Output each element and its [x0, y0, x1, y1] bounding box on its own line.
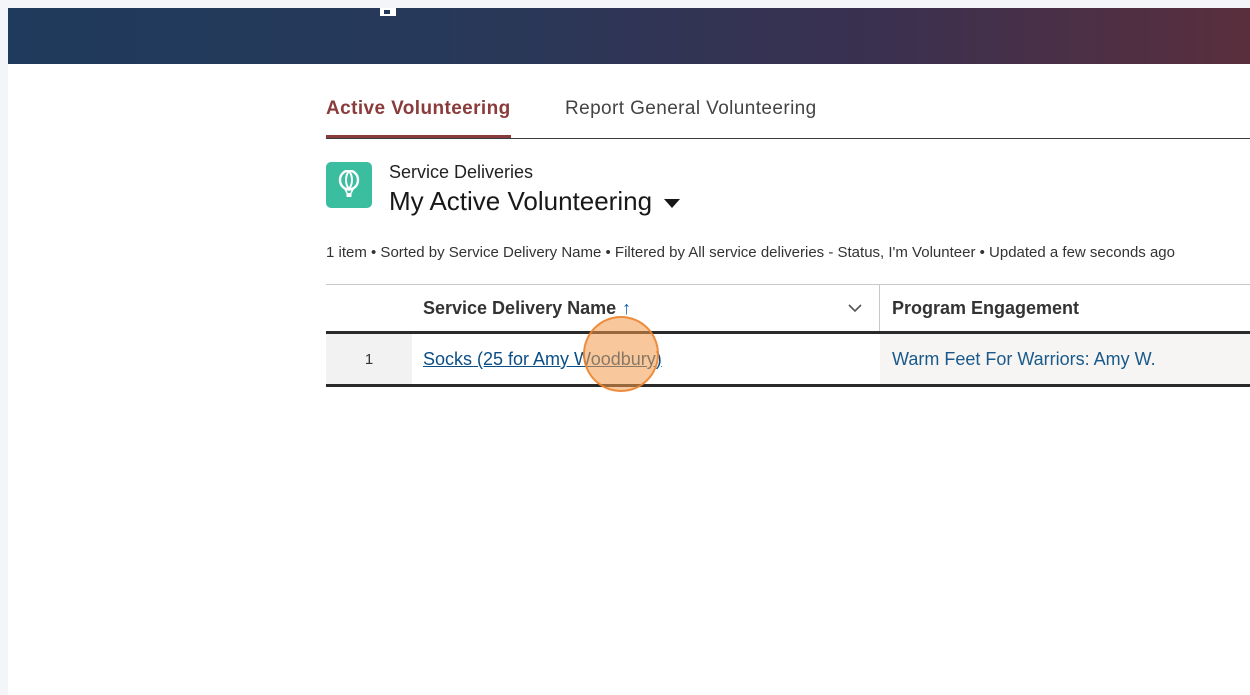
list-object-label: Service Deliveries — [389, 162, 534, 182]
column-header-service-delivery-name[interactable]: Service Delivery Name ↑ — [423, 285, 878, 331]
sort-ascending-icon: ↑ — [622, 298, 632, 318]
tab-bar: Active Volunteering Report General Volun… — [326, 96, 1250, 139]
cell-program-engagement: Warm Feet For Warriors: Amy W. — [880, 334, 1250, 384]
list-view-title: My Active Volunteering — [389, 186, 653, 216]
chevron-down-icon[interactable] — [848, 301, 862, 315]
list-view-meta: 1 item • Sorted by Service Delivery Name… — [326, 244, 1175, 261]
header-banner — [8, 8, 1250, 64]
cell-service-delivery-name: Socks (25 for Amy Woodbury) — [412, 334, 880, 384]
page-frame: Active Volunteering Report General Volun… — [8, 8, 1250, 695]
caret-down-icon — [664, 198, 681, 208]
service-delivery-link[interactable]: Socks (25 for Amy Woodbury) — [423, 334, 662, 384]
program-engagement-link[interactable]: Warm Feet For Warriors: Amy W. — [892, 334, 1156, 384]
service-deliveries-table: Service Delivery Name ↑ Program Engagemen… — [326, 284, 1250, 387]
app-launcher-icon[interactable] — [378, 8, 400, 18]
hot-air-balloon-icon — [326, 162, 372, 208]
column-divider[interactable] — [879, 285, 880, 331]
row-number: 1 — [326, 334, 412, 384]
tab-report-general-volunteering[interactable]: Report General Volunteering — [565, 96, 817, 138]
table-header: Service Delivery Name ↑ Program Engagemen… — [326, 284, 1250, 334]
column-label: Service Delivery Name — [423, 298, 617, 318]
tab-active-volunteering[interactable]: Active Volunteering — [326, 96, 511, 138]
list-view-selector[interactable]: My Active Volunteering — [389, 186, 681, 217]
table-row: 1 Socks (25 for Amy Woodbury) Warm Feet … — [326, 334, 1250, 387]
column-header-program-engagement[interactable]: Program Engagement — [892, 285, 1079, 331]
